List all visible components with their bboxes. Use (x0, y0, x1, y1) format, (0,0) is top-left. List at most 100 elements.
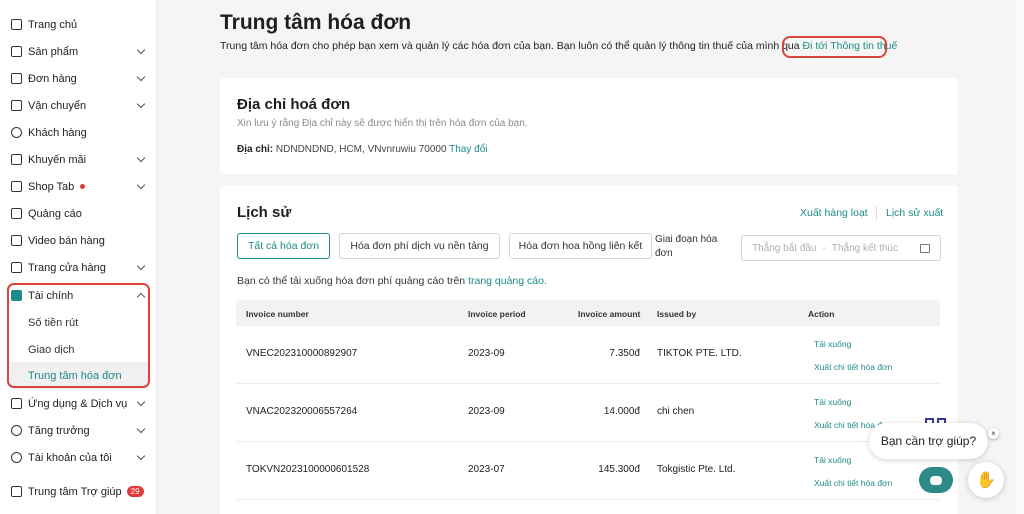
end-date-input[interactable]: Thẳng kết thúc (832, 243, 898, 254)
sidebar-subitem-label: Giao dịch (28, 343, 75, 356)
column-header: Issued by (657, 309, 697, 319)
sidebar-item-orders[interactable]: Đơn hàng (0, 65, 157, 92)
chevron-down-icon (136, 424, 146, 434)
sidebar-item-home[interactable]: Trang chủ (0, 11, 157, 38)
tab-platform-fee-invoices[interactable]: Hóa đơn phí dịch vụ nền tảng (339, 233, 500, 259)
sidebar-item-finance[interactable]: Tài chính (0, 282, 157, 309)
close-icon[interactable]: × (988, 428, 999, 439)
sidebar-item-label: Ứng dụng & Dịch vụ (28, 397, 128, 410)
chevron-down-icon (136, 153, 146, 163)
sidebar-item-label: Trung tâm Trợ giúp (28, 485, 122, 498)
column-header: Invoice period (468, 309, 526, 319)
tab-all-invoices[interactable]: Tất cả hóa đơn (237, 233, 330, 259)
sidebar-item-promotions[interactable]: Khuyến mãi (0, 146, 157, 173)
user-icon (11, 452, 22, 463)
home-icon (11, 19, 22, 30)
invoice-period-label: Giai đoạn hóa đơn (655, 234, 718, 259)
clipboard-icon (11, 73, 22, 84)
chevron-down-icon (136, 451, 146, 461)
invoice-period: 2023-07 (468, 464, 505, 475)
hand-wave-button[interactable]: ✋ (968, 462, 1004, 498)
sidebar-item-help-center[interactable]: Trung tâm Trợ giúp 29 (0, 478, 157, 505)
table-row: VNAC202320006557264 2023-09 14.000đ chi … (236, 384, 940, 442)
chevron-down-icon (136, 180, 146, 190)
export-history-link[interactable]: Lịch sử xuất (886, 207, 943, 219)
chevron-down-icon (136, 397, 146, 407)
sidebar-item-ads[interactable]: Quảng cáo (0, 200, 157, 227)
sidebar-item-apps[interactable]: Ứng dụng & Dịch vụ (0, 390, 157, 417)
sidebar-item-label: Trang chủ (28, 18, 78, 31)
sidebar-subitem-label: Trung tâm hóa đơn (28, 369, 122, 382)
table-row: VNEC202310000892907 2023-09 7.350đ TIKTO… (236, 326, 940, 384)
change-address-link[interactable]: Thay đổi (449, 144, 487, 155)
chat-icon (930, 475, 942, 485)
invoice-number: VNEC202310000892907 (246, 348, 358, 359)
sidebar-item-label: Sản phẩm (28, 45, 79, 58)
help-count-badge: 29 (126, 486, 144, 497)
ads-page-link[interactable]: trang quảng cáo. (468, 275, 547, 287)
address-label: Địa chỉ: (237, 144, 274, 155)
tab-affiliate-commission-invoices[interactable]: Hóa đơn hoa hồng liên kết (509, 233, 652, 259)
column-header: Action (808, 309, 835, 319)
tax-info-link[interactable]: Đi tới Thông tin thuế (803, 40, 898, 52)
download-link[interactable]: Tải xuống (814, 397, 851, 407)
chevron-down-icon (136, 261, 146, 271)
support-prompt-bubble[interactable]: Bạn cần trợ giúp? (869, 423, 988, 459)
scrollbar[interactable] (1016, 0, 1024, 514)
download-link[interactable]: Tải xuống (814, 455, 851, 465)
page-title: Trung tâm hóa đơn (220, 11, 412, 34)
chat-button[interactable] (919, 467, 953, 493)
table-row: TOKVN2023100000601528 2023-07 145.300đ T… (236, 442, 940, 500)
invoice-issuer: Tokgistic Pte. Ltd. (657, 464, 736, 475)
sidebar-item-shipping[interactable]: Vận chuyển (0, 92, 157, 119)
sidebar-subitem-withdraw[interactable]: Số tiền rút (10, 309, 148, 336)
bulk-export-link[interactable]: Xuất hàng loạt (800, 207, 868, 219)
address-value: NDNDNDND, HCM, VNvnruwiu 70000 (275, 144, 447, 155)
calendar-icon[interactable] (920, 244, 930, 253)
column-header: Invoice amount (578, 309, 641, 319)
sidebar-subitem-transactions[interactable]: Giao dịch (10, 336, 148, 363)
grid-icon (11, 398, 22, 409)
history-card: Lịch sử Xuất hàng loạt Lịch sử xuất Tất … (220, 185, 958, 514)
sidebar-item-label: Quảng cáo (28, 207, 82, 220)
sidebar-item-label: Video bán hàng (28, 234, 105, 247)
sidebar-item-label: Trang cửa hàng (28, 261, 106, 274)
sidebar-subitem-invoice-center[interactable]: Trung tâm hóa đơn (10, 362, 148, 389)
box-icon (11, 46, 22, 57)
export-details-link[interactable]: Xuất chi tiết hóa đơn (814, 362, 892, 372)
sidebar-item-label: Tăng trưởng (28, 424, 90, 437)
sidebar: Trang chủ Sản phẩm Đơn hàng Vận chuyển K… (0, 0, 157, 514)
invoice-period: 2023-09 (468, 348, 505, 359)
start-date-input[interactable]: Thẳng bắt đầu (752, 243, 817, 254)
sidebar-item-storefront[interactable]: Trang cửa hàng (0, 254, 157, 281)
video-icon (11, 235, 22, 246)
chevron-down-icon (136, 72, 146, 82)
billing-address-card: Địa chỉ hoá đơn Xin lưu ý rằng Địa chỉ n… (220, 78, 958, 174)
invoice-amount: 145.300đ (598, 464, 640, 475)
users-icon (11, 127, 22, 138)
range-separator: - (822, 242, 826, 254)
sidebar-item-shop-tab[interactable]: Shop Tab (0, 173, 157, 200)
sidebar-item-account[interactable]: Tài khoản của tôi (0, 444, 157, 471)
sidebar-item-live-video[interactable]: Video bán hàng (0, 227, 157, 254)
divider (876, 206, 877, 220)
help-chat-icon (11, 486, 22, 497)
export-details-link[interactable]: Xuất chi tiết hóa đơn (814, 478, 892, 488)
notification-dot (80, 184, 86, 189)
storefront-icon (11, 262, 22, 273)
date-range-picker[interactable]: Thẳng bắt đầu - Thẳng kết thúc (741, 235, 941, 261)
download-link[interactable]: Tải xuống (814, 339, 851, 349)
invoice-period: 2023-09 (468, 406, 505, 417)
sidebar-item-label: Khuyến mãi (28, 153, 87, 166)
billing-address-note: Xin lưu ý rằng Địa chỉ này sẽ được hiển … (237, 118, 528, 129)
sidebar-item-growth[interactable]: Tăng trưởng (0, 417, 157, 444)
sidebar-item-customers[interactable]: Khách hàng (0, 119, 157, 146)
billing-address-title: Địa chỉ hoá đơn (237, 96, 351, 113)
billing-address-line: Địa chỉ: NDNDNDND, HCM, VNvnruwiu 70000 … (237, 144, 487, 155)
truck-icon (11, 100, 22, 111)
sidebar-item-label: Tài chính (28, 289, 74, 302)
invoice-issuer: TIKTOK PTE. LTD. (657, 348, 742, 359)
table-header: Invoice number Invoice period Invoice am… (236, 300, 940, 326)
history-title: Lịch sử (237, 204, 292, 221)
sidebar-item-products[interactable]: Sản phẩm (0, 38, 157, 65)
